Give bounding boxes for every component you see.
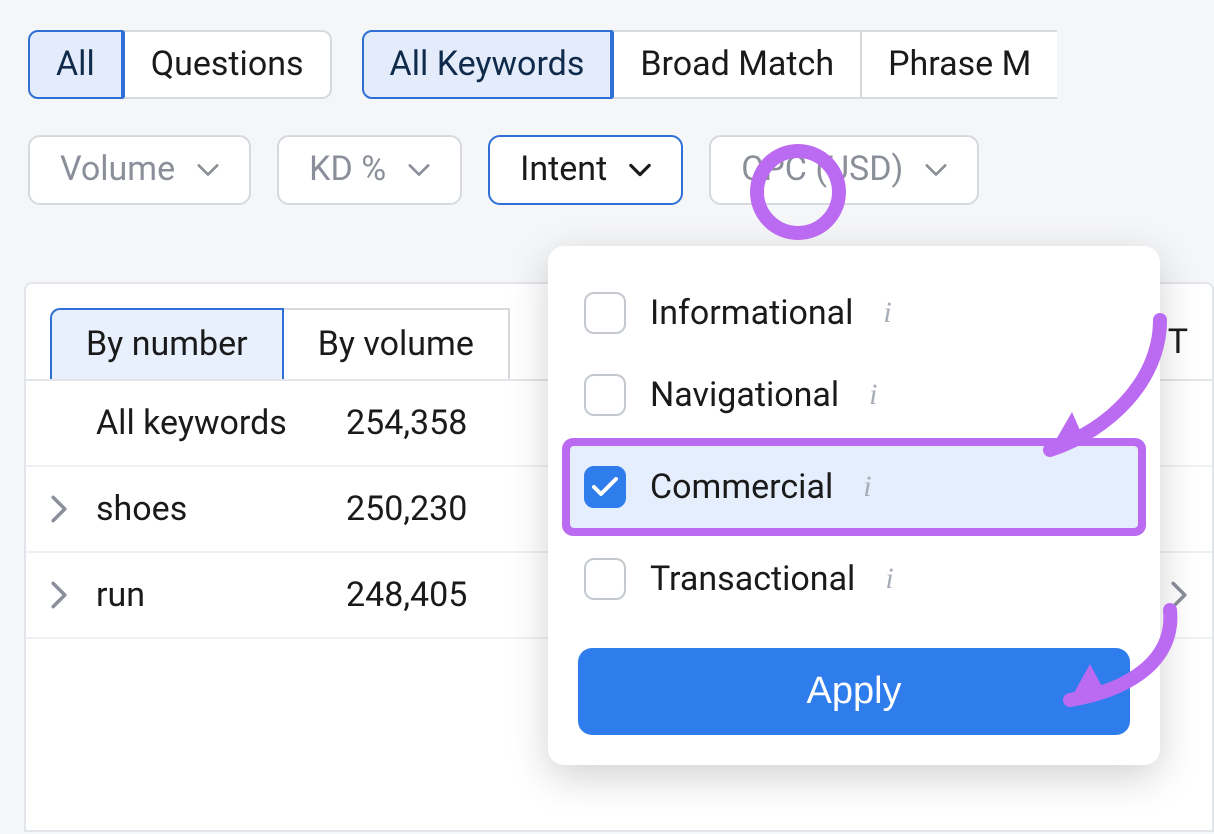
expand-icon[interactable] <box>50 581 96 609</box>
tab-questions[interactable]: Questions <box>123 30 332 99</box>
header-count: 254,358 <box>346 403 556 443</box>
chevron-down-icon <box>197 159 219 181</box>
filter-cpc-label: CPC (USD) <box>741 151 903 188</box>
tab-group-match: All Keywords Broad Match Phrase M <box>362 30 1058 99</box>
tab-all-keywords[interactable]: All Keywords <box>362 30 613 99</box>
filter-volume-label: Volume <box>60 151 175 188</box>
checkbox-unchecked-icon[interactable] <box>584 374 626 416</box>
filter-row: Volume KD % Intent CPC (USD) <box>0 99 1214 204</box>
filter-cpc[interactable]: CPC (USD) <box>709 135 979 204</box>
subtab-by-number[interactable]: By number <box>50 308 284 379</box>
info-icon[interactable]: i <box>863 470 871 504</box>
row-count: 250,230 <box>346 489 556 529</box>
intent-option-label: Navigational <box>650 375 839 415</box>
apply-button[interactable]: Apply <box>578 648 1130 735</box>
intent-option-commercial[interactable]: Commercial i <box>570 446 1138 528</box>
intent-option-label: Informational <box>650 293 853 333</box>
checkbox-unchecked-icon[interactable] <box>584 292 626 334</box>
chevron-down-icon <box>408 159 430 181</box>
expand-icon[interactable] <box>50 495 96 523</box>
tab-phrase-match[interactable]: Phrase M <box>862 30 1057 99</box>
row-count: 248,405 <box>346 575 556 615</box>
header-keyword-label: All keywords <box>96 403 346 443</box>
filter-intent-label: Intent <box>520 151 607 188</box>
intent-option-label: Commercial <box>650 467 833 507</box>
row-keyword: run <box>96 575 346 615</box>
chevron-down-icon <box>629 159 651 181</box>
intent-dropdown: Informational i Navigational i Commercia… <box>548 246 1160 765</box>
info-icon[interactable]: i <box>885 562 893 596</box>
tab-broad-match[interactable]: Broad Match <box>612 30 862 99</box>
checkbox-unchecked-icon[interactable] <box>584 558 626 600</box>
chevron-down-icon <box>925 159 947 181</box>
tab-all[interactable]: All <box>28 30 123 99</box>
filter-intent[interactable]: Intent <box>488 135 683 204</box>
tab-row-top: All Questions All Keywords Broad Match P… <box>0 0 1214 99</box>
tab-group-type: All Questions <box>28 30 332 99</box>
checkbox-checked-icon[interactable] <box>584 466 626 508</box>
intent-option-navigational[interactable]: Navigational i <box>570 354 1138 436</box>
info-icon[interactable]: i <box>883 296 891 330</box>
filter-kd[interactable]: KD % <box>277 135 462 204</box>
filter-kd-label: KD % <box>309 151 386 188</box>
chevron-right-icon[interactable] <box>1170 581 1188 609</box>
row-keyword: shoes <box>96 489 346 529</box>
intent-option-informational[interactable]: Informational i <box>570 272 1138 354</box>
info-icon[interactable]: i <box>869 378 877 412</box>
subtab-by-volume[interactable]: By volume <box>284 308 510 379</box>
intent-option-label: Transactional <box>650 559 855 599</box>
filter-volume[interactable]: Volume <box>28 135 251 204</box>
intent-option-transactional[interactable]: Transactional i <box>570 538 1138 620</box>
